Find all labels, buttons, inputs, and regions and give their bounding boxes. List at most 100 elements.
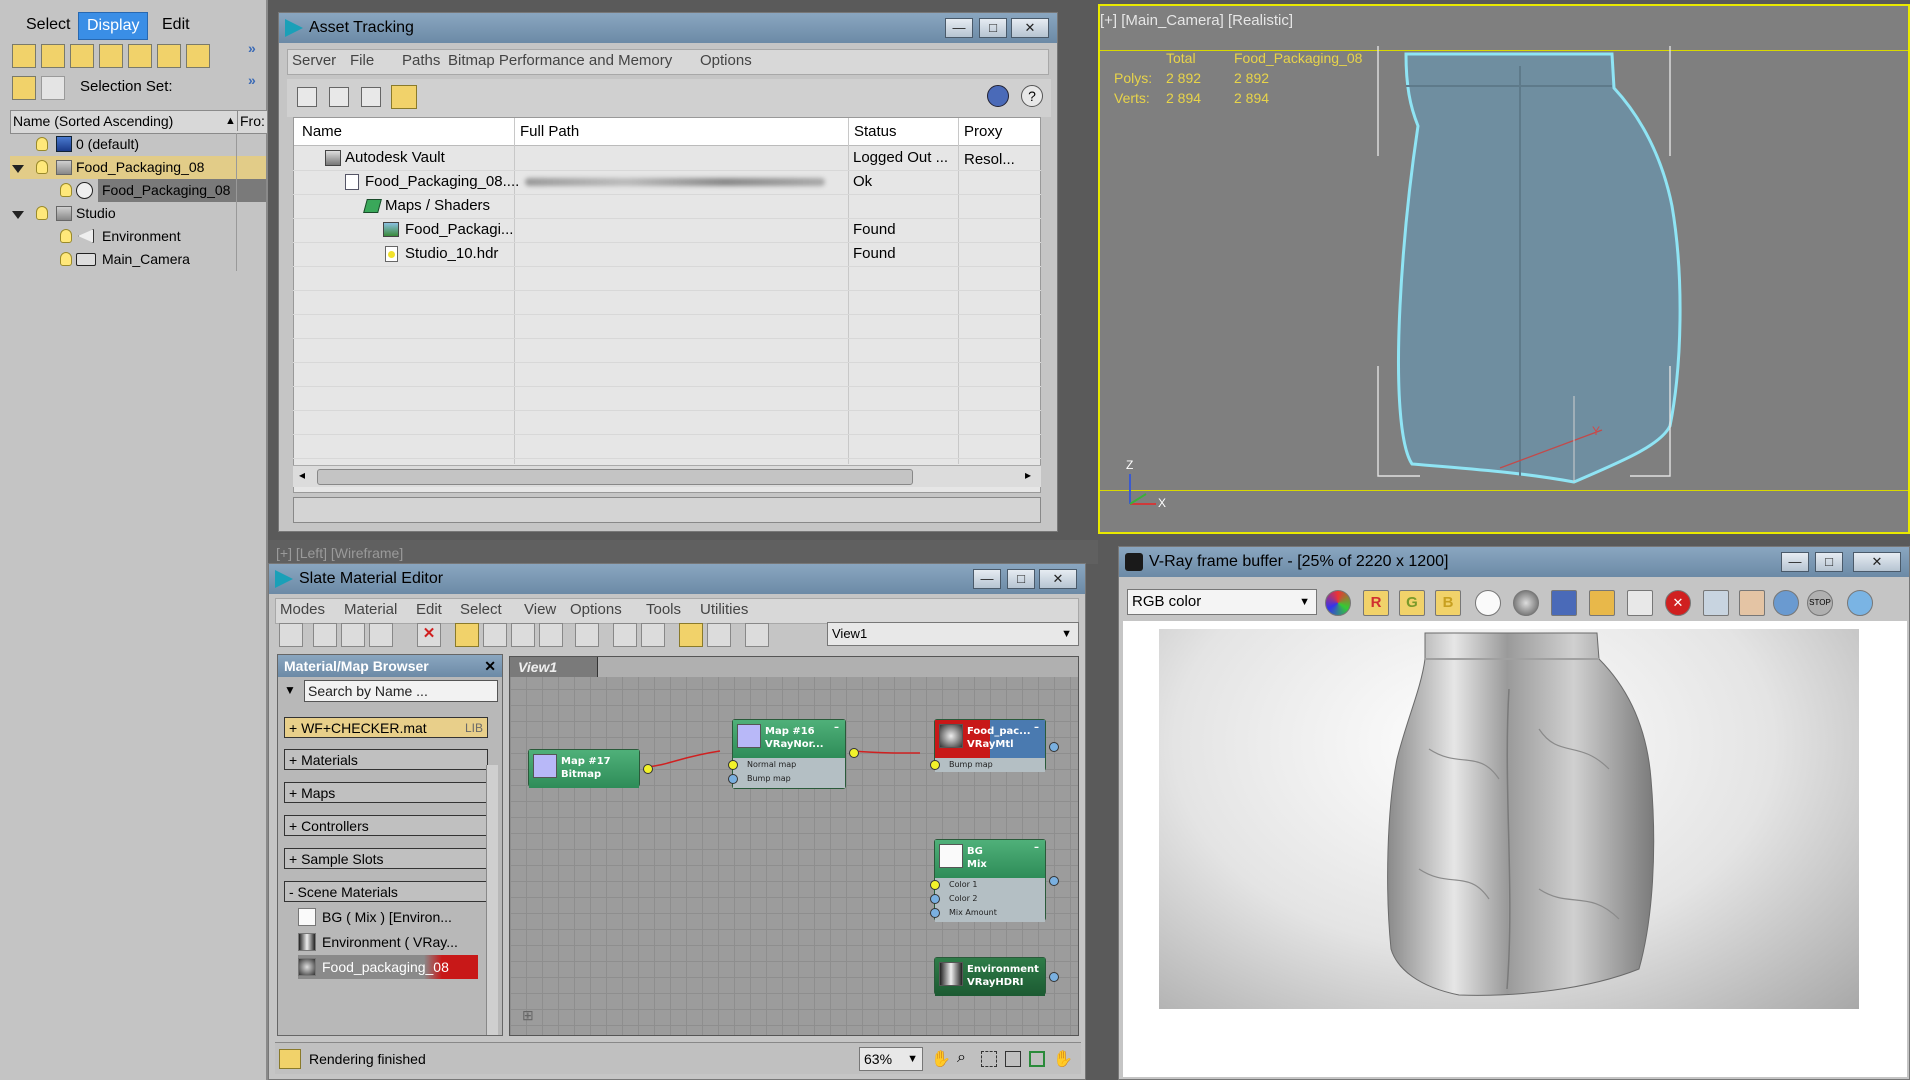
duplicate-to-mtl-icon[interactable] — [1627, 590, 1653, 616]
menu-bitmap-performance[interactable]: Bitmap Performance and Memory — [448, 50, 672, 72]
vault-login-icon[interactable] — [987, 85, 1009, 107]
render-icon[interactable] — [1847, 590, 1873, 616]
menu-modes[interactable]: Modes — [280, 599, 325, 621]
hierarchy-icon[interactable] — [41, 76, 65, 100]
frozen-column-header[interactable]: Fro: — [237, 111, 270, 131]
asset-tracking-titlebar[interactable]: Asset Tracking — □ ✕ — [279, 13, 1057, 43]
show-map-icon[interactable] — [539, 623, 563, 647]
asset-row-vault[interactable]: Autodesk Vault Logged Out ... — [293, 146, 1041, 170]
maximize-button[interactable]: □ — [1815, 552, 1843, 572]
select-tool-icon[interactable] — [279, 623, 303, 647]
visibility-bulb-icon[interactable] — [60, 183, 72, 197]
visibility-bulb-icon[interactable] — [60, 229, 72, 243]
follow-mouse-icon[interactable] — [1739, 590, 1765, 616]
menu-select[interactable]: Select — [460, 599, 502, 621]
expand-toolbar-icon[interactable]: » — [248, 40, 256, 56]
close-button[interactable]: ✕ — [1039, 569, 1077, 589]
output-port[interactable] — [1049, 742, 1059, 752]
tree-row-main-camera[interactable]: Main_Camera — [10, 248, 266, 271]
alpha-channel-icon[interactable] — [1475, 590, 1501, 616]
camera-viewport[interactable]: [+] [Main_Camera] [Realistic] Total Food… — [1098, 4, 1910, 534]
tree-row-environment[interactable]: Environment — [10, 225, 266, 248]
display-helpers-icon[interactable] — [128, 44, 152, 68]
rollout-materials[interactable]: + Materials — [284, 749, 488, 770]
input-port-normal[interactable] — [728, 760, 738, 770]
asset-row-food-map[interactable]: Food_Packagi... Found — [293, 218, 1041, 242]
help-icon[interactable]: ? — [1021, 85, 1043, 107]
vfb-titlebar[interactable]: V-Ray frame buffer - [25% of 2220 x 1200… — [1119, 547, 1909, 577]
menu-display[interactable]: Display — [78, 12, 149, 40]
minimize-button[interactable]: — — [945, 18, 973, 38]
layout-all-icon[interactable] — [613, 623, 637, 647]
save-image-icon[interactable] — [1551, 590, 1577, 616]
scene-material-food[interactable]: Food_packaging_08 — [298, 955, 478, 979]
output-port[interactable] — [1049, 876, 1059, 886]
browser-scrollbar[interactable] — [486, 765, 498, 1035]
menu-edit[interactable]: Edit — [154, 12, 198, 38]
rgb-channels-icon[interactable] — [1325, 590, 1351, 616]
col-status[interactable]: Status — [854, 118, 897, 146]
move-children-icon[interactable] — [455, 623, 479, 647]
zoom-icon[interactable]: ⌕ — [957, 1049, 966, 1067]
close-browser-icon[interactable]: ✕ — [484, 655, 496, 677]
search-input[interactable]: Search by Name ... — [304, 680, 498, 702]
layout-children-icon[interactable] — [641, 623, 665, 647]
red-channel-button[interactable]: R — [1363, 590, 1389, 616]
input-port-color1[interactable] — [930, 880, 940, 890]
track-mouse-icon[interactable] — [1703, 590, 1729, 616]
list-view-icon[interactable] — [329, 87, 349, 107]
node-environment-vrayhdri[interactable]: Environment VRayHDRI — [934, 957, 1059, 996]
output-port[interactable] — [849, 748, 859, 758]
rollout-maps[interactable]: + Maps — [284, 782, 488, 803]
horizontal-scrollbar[interactable]: ◂ ▸ — [293, 465, 1041, 487]
hide-unused-icon[interactable] — [483, 623, 507, 647]
menu-paths[interactable]: Paths — [402, 50, 440, 72]
channel-dropdown[interactable]: RGB color ▼ — [1127, 589, 1317, 615]
display-geometry-icon[interactable] — [12, 44, 36, 68]
asset-row-scene-file[interactable]: Food_Packaging_08.... Ok — [293, 170, 1041, 194]
visibility-bulb-icon[interactable] — [60, 252, 72, 266]
asset-row-maps-shaders[interactable]: Maps / Shaders — [293, 194, 1041, 218]
menu-file[interactable]: File — [350, 50, 374, 72]
node-view[interactable]: View1 ⊞ Map #17 Bitmap Map #16 VRayNor..… — [509, 656, 1079, 1036]
col-name[interactable]: Name — [302, 118, 342, 146]
close-button[interactable]: ✕ — [1011, 18, 1049, 38]
display-cameras-icon[interactable] — [99, 44, 123, 68]
menu-view[interactable]: View — [524, 599, 556, 621]
visibility-bulb-icon[interactable] — [36, 206, 48, 220]
blue-channel-button[interactable]: B — [1435, 590, 1461, 616]
output-port[interactable] — [643, 764, 653, 774]
refresh-icon[interactable] — [297, 87, 317, 107]
rollout-controllers[interactable]: + Controllers — [284, 815, 488, 836]
display-spacewarps-icon[interactable] — [157, 44, 181, 68]
show-shaded-icon[interactable] — [511, 623, 535, 647]
zoom-dropdown[interactable]: 63% ▼ — [859, 1047, 923, 1071]
input-port-bump[interactable] — [728, 774, 738, 784]
name-column-header[interactable]: Name (Sorted Ascending) — [13, 111, 173, 131]
zoom-region-icon[interactable] — [981, 1051, 997, 1067]
rollout-sample-slots[interactable]: + Sample Slots — [284, 848, 488, 869]
parameter-editor-icon[interactable] — [707, 623, 731, 647]
pan-hand-icon[interactable]: ✋ — [931, 1049, 951, 1069]
expand-arrow-icon[interactable] — [12, 211, 24, 219]
view-select-dropdown[interactable]: View1 ▼ — [827, 622, 1079, 646]
menu-tools[interactable]: Tools — [646, 599, 681, 621]
pick-material-icon[interactable] — [313, 623, 337, 647]
menu-options[interactable]: Options — [700, 50, 752, 72]
output-port[interactable] — [1049, 972, 1059, 982]
show-background-icon[interactable] — [575, 623, 599, 647]
close-button[interactable]: ✕ — [1853, 552, 1901, 572]
sort-by-layer-icon[interactable] — [12, 76, 36, 100]
clear-image-icon[interactable]: ✕ — [1665, 590, 1691, 616]
green-channel-button[interactable]: G — [1399, 590, 1425, 616]
assign-material-icon[interactable] — [369, 623, 393, 647]
zoom-extents-icon[interactable] — [1005, 1051, 1021, 1067]
tree-row-studio-layer[interactable]: Studio — [10, 202, 266, 225]
node-map16-vraynormal[interactable]: Map #16 VRayNor... – Normal map Bump map — [728, 719, 859, 789]
stop-render-icon[interactable]: STOP — [1807, 590, 1833, 616]
minimize-button[interactable]: — — [1781, 552, 1809, 572]
slate-titlebar[interactable]: Slate Material Editor — □ ✕ — [269, 564, 1085, 594]
scrollbar-thumb[interactable] — [317, 469, 913, 485]
bag-model[interactable] — [1100, 6, 1908, 532]
tree-row-food-object[interactable]: Food_Packaging_08 — [10, 179, 266, 202]
